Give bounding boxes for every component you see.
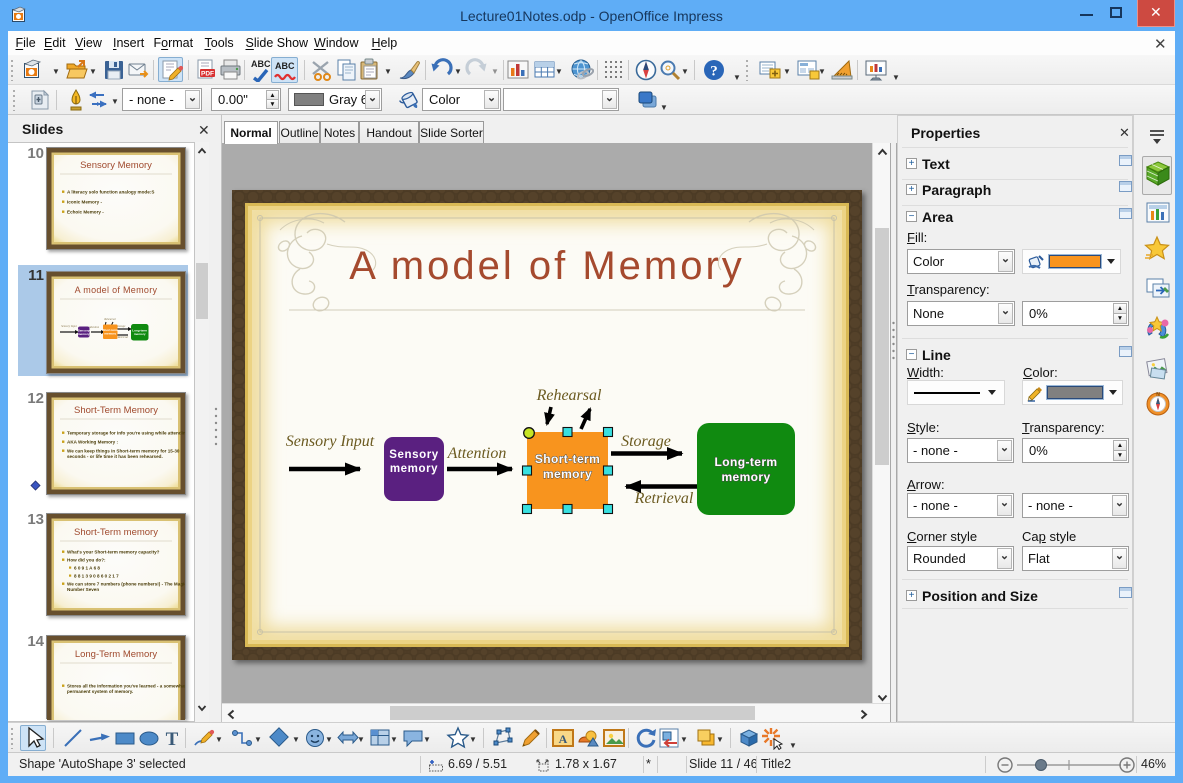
svg-text:Sensory Input: Sensory Input <box>61 325 77 328</box>
svg-text:A model of Memory: A model of Memory <box>75 285 158 295</box>
svg-text:AKA Working Memory :: AKA Working Memory : <box>67 440 119 445</box>
svg-text:8 8 1 3 9 0 8 6 0 2 1 7: 8 8 1 3 9 0 8 6 0 2 1 7 <box>74 574 119 579</box>
svg-text:ABC: ABC <box>275 61 295 71</box>
svg-text:memory: memory <box>721 470 770 484</box>
svg-text:We can keep things in Short-te: We can keep things in Short-term memory … <box>67 449 180 454</box>
svg-text:Temporary storage for info you: Temporary storage for info you're using … <box>67 431 185 436</box>
svg-text:Short-term: Short-term <box>535 452 600 466</box>
svg-text:Stores all the information you: Stores all the information you've learne… <box>67 684 185 689</box>
svg-text:memory: memory <box>390 463 438 475</box>
svg-text:Sensory Input: Sensory Input <box>286 433 375 450</box>
svg-text:What's your Short-term memory: What's your Short-term memory capacity? <box>67 550 160 555</box>
svg-text:Storage: Storage <box>621 433 671 450</box>
svg-text:Retrieval: Retrieval <box>634 490 694 507</box>
svg-text:How did you do?:: How did you do?: <box>67 558 106 563</box>
svg-text:Number Seven: Number Seven <box>67 587 99 592</box>
svg-text:seconds - or life time it has: seconds - or life time it has been rehea… <box>67 454 163 459</box>
svg-text:ABC: ABC <box>251 59 271 69</box>
svg-text:memory: memory <box>104 332 116 336</box>
svg-text:Long-term: Long-term <box>715 455 778 469</box>
svg-text:A literacy solo function analo: A literacy solo function analogy mode:S <box>67 190 154 195</box>
svg-text:Attention: Attention <box>88 326 100 329</box>
svg-text:Iconic Memory -: Iconic Memory - <box>67 200 102 205</box>
svg-text:Sensory Memory: Sensory Memory <box>80 160 152 171</box>
svg-text:A model of Memory: A model of Memory <box>349 244 745 288</box>
svg-text:N: N <box>1156 392 1160 398</box>
svg-text:Storage: Storage <box>117 325 126 328</box>
svg-text:Rehearsal: Rehearsal <box>103 318 116 321</box>
svg-text:Short-Term Memory: Short-Term Memory <box>74 405 158 416</box>
svg-text:6 0 9 1 A 6 8: 6 0 9 1 A 6 8 <box>74 566 100 571</box>
svg-text:memory: memory <box>543 467 592 481</box>
svg-text:Long-Term Memory: Long-Term Memory <box>75 649 158 660</box>
svg-text:PDF: PDF <box>201 71 214 78</box>
svg-text:memory: memory <box>134 332 146 336</box>
svg-text:We can store 7 numbers (phone: We can store 7 numbers (phone numbers!) … <box>67 582 185 587</box>
svg-text:Retrieval: Retrieval <box>117 336 128 339</box>
svg-text:memory: memory <box>78 332 90 336</box>
svg-text:Rehearsal: Rehearsal <box>536 387 602 404</box>
svg-text:?: ? <box>710 64 718 80</box>
svg-text:Short-Term memory: Short-Term memory <box>74 527 158 538</box>
svg-text:A: A <box>559 732 568 746</box>
svg-text:Sensory: Sensory <box>389 449 439 461</box>
svg-text:Attention: Attention <box>447 445 507 462</box>
svg-text:T: T <box>166 729 179 750</box>
svg-text:Echoic Memory -: Echoic Memory - <box>67 210 104 215</box>
svg-text:permanent system of memory.: permanent system of memory. <box>67 689 133 694</box>
